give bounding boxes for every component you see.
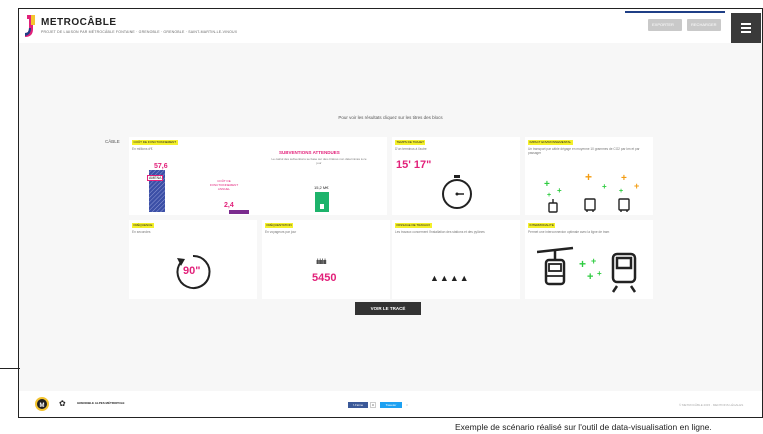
intermodality-icons: + + + + <box>537 246 637 293</box>
card-environment[interactable]: IMPACT ENVIRONNEMENTAL Un transport par … <box>525 137 653 215</box>
svg-text:+: + <box>597 269 602 278</box>
app-frame: METROCÂBLE PROJET DE LIAISON PAR MÉTROCÂ… <box>18 8 763 418</box>
facebook-count: 0 <box>370 402 376 408</box>
hamburger-icon <box>741 23 751 25</box>
section-label: CÂBLE <box>105 139 120 144</box>
app-title: METROCÂBLE <box>41 17 117 28</box>
time-value: 15' 17" <box>396 159 432 171</box>
tweet-button[interactable]: Tweeter <box>380 402 402 408</box>
svg-text:+: + <box>544 179 550 190</box>
svg-text:+: + <box>619 188 623 195</box>
warning-icons: ▲▲▲▲ <box>430 273 470 283</box>
bus-icon <box>584 198 596 212</box>
header-accent-line <box>625 11 725 13</box>
metrocable-logo[interactable]: M <box>35 397 49 411</box>
card-desc: En secondes <box>132 230 151 234</box>
tram-icon <box>618 198 630 212</box>
card-time[interactable]: TEMPS DE TRAJET D'un terminus à l'autre … <box>392 137 520 215</box>
svg-text:+: + <box>557 186 562 195</box>
partner-name: GRENOBLE ALPES MÉTROPOLE <box>77 401 125 405</box>
card-frequency[interactable]: FRÉQUENCE En secondes 90" <box>129 220 257 299</box>
people-icon: ılıılıılıılı <box>316 259 327 266</box>
cost-annual-label: COÛT DE FONCTIONNEMENT ANNUEL <box>209 179 239 191</box>
svg-text:+: + <box>547 192 551 199</box>
gondola-icon <box>537 246 574 286</box>
svg-text:+: + <box>587 271 593 283</box>
card-tag[interactable]: IMPACT ENVIRONNEMENTAL <box>528 140 573 145</box>
card-desc: En voyageurs par jour <box>265 230 297 234</box>
figure-caption: Exemple de scénario réalisé sur l'outil … <box>455 422 712 432</box>
svg-text:+: + <box>621 173 627 184</box>
card-works[interactable]: PASSAGE DE TRAVAUX Les travaux concernen… <box>392 220 520 299</box>
card-tag[interactable]: INTERMODALITÉ <box>528 223 556 228</box>
subsidies-title[interactable]: SUBVENTIONS ATTENDUES <box>279 150 340 155</box>
logo-icon <box>25 15 35 37</box>
subsidies-bar <box>315 192 329 212</box>
cost-value-bottom: 2,4 <box>224 202 234 209</box>
card-intermodality[interactable]: INTERMODALITÉ Permet une interconnexion … <box>525 220 653 299</box>
svg-text:+: + <box>634 181 639 191</box>
copyright: © METROCÂBLE 2015 · MENTIONS LÉGALES <box>679 403 744 407</box>
card-desc: Les travaux concernent l'installation de… <box>395 230 485 234</box>
cost-small-bar <box>229 210 249 214</box>
app-subtitle: PROJET DE LIAISON PAR MÉTROCÂBLE FONTAIN… <box>41 30 238 34</box>
stopwatch-icon <box>442 175 472 209</box>
cost-highlight: AMÉNA <box>147 175 164 181</box>
card-tag[interactable]: TEMPS DE TRAJET <box>395 140 426 145</box>
environment-icons: + + + + + + + + <box>544 170 639 213</box>
card-cost[interactable]: COÛT DE FONCTIONNEMENT En millions d'€ 5… <box>129 137 387 215</box>
subsidies-value: 15,2 M€ <box>314 185 329 190</box>
intro-text: Pour voir les résultats cliquez sur les … <box>338 115 443 120</box>
svg-text:+: + <box>585 170 592 184</box>
gondola-icon <box>548 199 558 213</box>
ridership-value: 5450 <box>312 272 337 284</box>
svg-text:+: + <box>591 256 596 266</box>
cost-value-top: 57,6 <box>154 163 168 170</box>
svg-text:+: + <box>579 257 586 271</box>
view-trace-button[interactable]: VOIR LE TRACÉ <box>355 302 421 315</box>
card-desc: D'un terminus à l'autre <box>395 147 427 151</box>
menu-button[interactable] <box>731 13 761 43</box>
footer: M ✿ GRENOBLE ALPES MÉTROPOLE f J'aime 0 … <box>19 391 762 417</box>
twitter-count: 0 <box>406 403 408 407</box>
subsidies-desc: Le calcul des subventions se base sur de… <box>271 157 367 165</box>
card-desc: Permet une interconnexion optimale avec … <box>528 230 610 234</box>
svg-text:+: + <box>602 182 607 191</box>
card-ridership[interactable]: FRÉQUENTATION En voyageurs par jour ılıı… <box>262 220 390 299</box>
tram-icon <box>611 252 637 293</box>
card-desc: Un transport par câble dégage en moyenne… <box>528 147 640 155</box>
card-tag[interactable]: FRÉQUENCE <box>132 223 154 228</box>
header: METROCÂBLE PROJET DE LIAISON PAR MÉTROCÂ… <box>19 9 762 43</box>
reload-button[interactable]: RECHARGER <box>687 19 721 31</box>
partner-logo-icon[interactable]: ✿ <box>59 399 66 408</box>
card-tag[interactable]: FRÉQUENTATION <box>265 223 294 228</box>
frequency-value: 90" <box>183 265 201 277</box>
card-desc: En millions d'€ <box>132 147 153 151</box>
facebook-like-button[interactable]: f J'aime <box>348 402 368 408</box>
export-button[interactable]: EXPORTER <box>648 19 682 31</box>
card-tag[interactable]: COÛT DE FONCTIONNEMENT <box>132 140 178 145</box>
card-tag[interactable]: PASSAGE DE TRAVAUX <box>395 223 432 228</box>
frame-marker <box>0 368 20 369</box>
